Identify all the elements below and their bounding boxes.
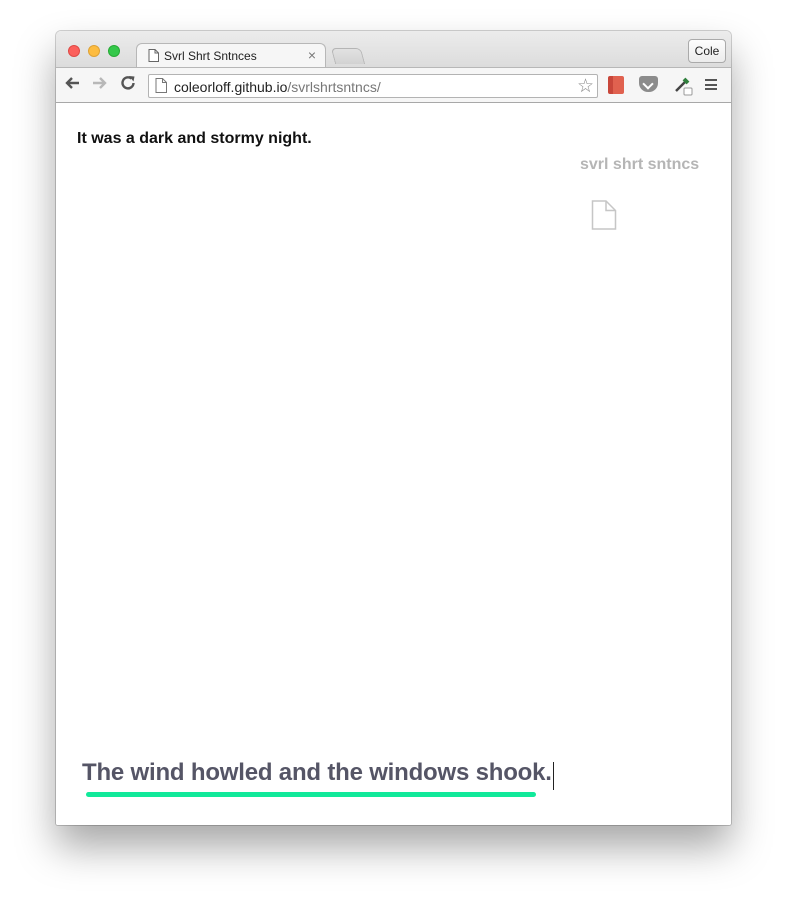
maximize-window-button[interactable] xyxy=(108,45,120,57)
minimize-window-button[interactable] xyxy=(88,45,100,57)
url-host: coleorloff.github.io xyxy=(174,79,288,95)
browser-toolbar: coleorloff.github.io/svrlshrtsntncs/ ☆ xyxy=(56,67,731,103)
star-icon[interactable]: ☆ xyxy=(577,75,594,98)
forward-arrow-icon[interactable] xyxy=(92,75,108,95)
eyedropper-icon[interactable] xyxy=(673,74,693,101)
back-arrow-icon[interactable] xyxy=(64,75,80,95)
sentence-input[interactable]: The wind howled and the windows shook. xyxy=(82,759,554,790)
close-window-button[interactable] xyxy=(68,45,80,57)
url-text: coleorloff.github.io/svrlshrtsntncs/ xyxy=(174,79,381,95)
pocket-icon[interactable] xyxy=(639,76,658,92)
page-icon xyxy=(155,78,167,98)
title-bar: Svrl Shrt Sntnces × Cole xyxy=(56,31,731,68)
previous-sentence: It was a dark and stormy night. xyxy=(77,130,312,147)
hamburger-menu-icon[interactable] xyxy=(705,79,717,93)
url-path: /svrlshrtsntncs/ xyxy=(287,79,381,95)
page-content: It was a dark and stormy night. svrl shr… xyxy=(56,103,731,825)
tab-close-icon[interactable]: × xyxy=(308,47,316,63)
window-controls xyxy=(68,45,120,57)
site-title[interactable]: svrl shrt sntncs xyxy=(580,156,699,174)
input-underline xyxy=(86,792,536,797)
profile-button[interactable]: Cole xyxy=(688,39,726,63)
document-icon[interactable] xyxy=(591,200,617,235)
new-tab-button[interactable] xyxy=(330,48,366,64)
browser-window: Svrl Shrt Sntnces × Cole coleorloff.gith… xyxy=(56,31,731,825)
page-icon xyxy=(148,49,159,67)
browser-tab[interactable]: Svrl Shrt Sntnces × xyxy=(136,43,326,68)
reload-icon[interactable] xyxy=(120,75,136,96)
address-bar[interactable]: coleorloff.github.io/svrlshrtsntncs/ ☆ xyxy=(148,74,598,98)
text-cursor xyxy=(552,761,554,790)
tab-title: Svrl Shrt Sntnces xyxy=(164,49,257,63)
bookmark-extension-icon[interactable] xyxy=(608,76,624,94)
sentence-input-text: The wind howled and the windows shook. xyxy=(82,759,552,786)
